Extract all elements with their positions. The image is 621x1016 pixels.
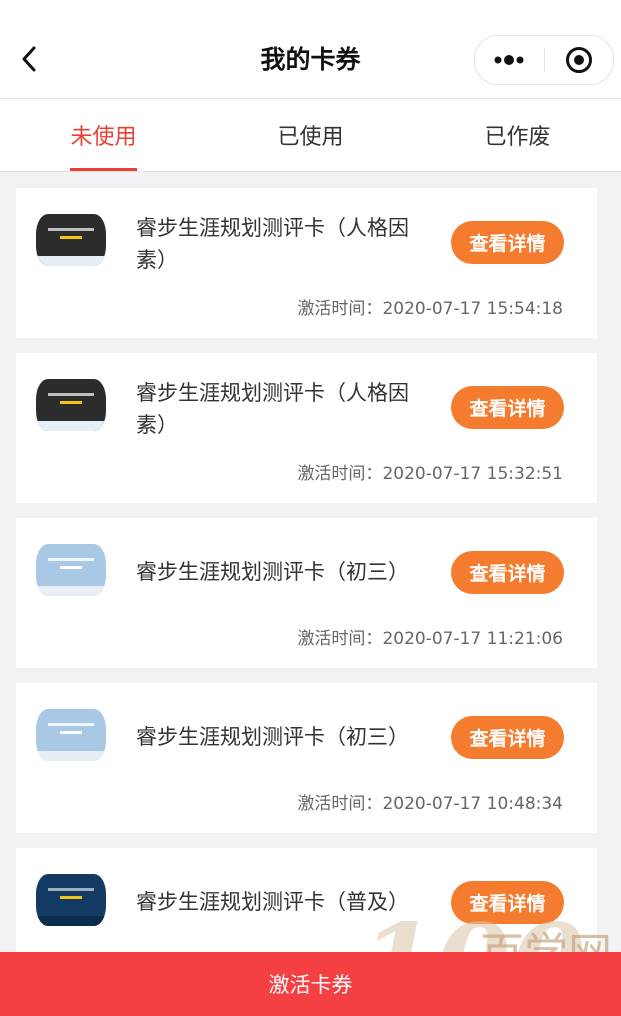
- footer-label: 激活卡券: [268, 973, 353, 997]
- miniprogram-capsule: [474, 35, 614, 85]
- activation-label: 激活时间：: [297, 464, 383, 484]
- more-button[interactable]: [475, 36, 543, 84]
- more-dots-icon: [494, 55, 524, 65]
- activation-label: 激活时间：: [297, 299, 383, 319]
- coupon-card: 睿步生涯规划测评卡（初三） 查看详情 激活时间：2020-07-17 10:48…: [16, 683, 597, 833]
- view-details-button[interactable]: 查看详情: [451, 551, 564, 594]
- card-thumbnail: [36, 544, 106, 596]
- activation-time: 激活时间：2020-07-17 15:54:18: [297, 294, 563, 319]
- activation-value: 2020-07-17 11:21:06: [382, 629, 563, 649]
- tab-unused[interactable]: 未使用: [0, 99, 207, 171]
- tab-label: 未使用: [70, 125, 137, 150]
- card-thumbnail: [36, 709, 106, 761]
- target-circle-icon: [566, 47, 592, 73]
- view-details-button[interactable]: 查看详情: [451, 716, 564, 759]
- view-details-button[interactable]: 查看详情: [451, 386, 564, 429]
- card-title: 睿步生涯规划测评卡（初三）: [136, 560, 409, 584]
- activation-time: 激活时间：2020-07-17 10:48:34: [297, 789, 563, 814]
- card-thumbnail: [36, 214, 106, 266]
- activate-coupon-button[interactable]: 激活卡券: [0, 952, 621, 1016]
- view-details-button[interactable]: 查看详情: [451, 881, 564, 924]
- activation-label: 激活时间：: [297, 794, 383, 814]
- tab-label: 已作废: [484, 125, 551, 150]
- coupon-card: 睿步生涯规划测评卡（人格因素） 查看详情 激活时间：2020-07-17 15:…: [16, 188, 597, 338]
- active-tab-indicator: [70, 168, 137, 171]
- activation-value: 2020-07-17 10:48:34: [382, 794, 563, 814]
- activation-value: 2020-07-17 15:54:18: [382, 299, 563, 319]
- activation-time: 激活时间：2020-07-17 15:32:51: [297, 459, 563, 484]
- card-thumbnail: [36, 379, 106, 431]
- navigation-bar: 我的卡券: [0, 0, 621, 99]
- tab-bar: 未使用 已使用 已作废: [0, 99, 621, 172]
- coupon-card: 睿步生涯规划测评卡（初三） 查看详情 激活时间：2020-07-17 11:21…: [16, 518, 597, 668]
- tab-label: 已使用: [277, 125, 344, 150]
- activation-label: 激活时间：: [297, 629, 383, 649]
- card-title: 睿步生涯规划测评卡（人格因素）: [136, 381, 409, 437]
- view-details-button[interactable]: 查看详情: [451, 221, 564, 264]
- card-title: 睿步生涯规划测评卡（普及）: [136, 890, 409, 914]
- card-title: 睿步生涯规划测评卡（人格因素）: [136, 216, 409, 272]
- tab-used[interactable]: 已使用: [207, 99, 414, 171]
- tab-voided[interactable]: 已作废: [414, 99, 621, 171]
- card-title: 睿步生涯规划测评卡（初三）: [136, 725, 409, 749]
- card-thumbnail: [36, 874, 106, 926]
- close-button[interactable]: [545, 36, 613, 84]
- activation-time: 激活时间：2020-07-17 11:21:06: [297, 624, 563, 649]
- activation-value: 2020-07-17 15:32:51: [382, 464, 563, 484]
- coupon-card: 睿步生涯规划测评卡（人格因素） 查看详情 激活时间：2020-07-17 15:…: [16, 353, 597, 503]
